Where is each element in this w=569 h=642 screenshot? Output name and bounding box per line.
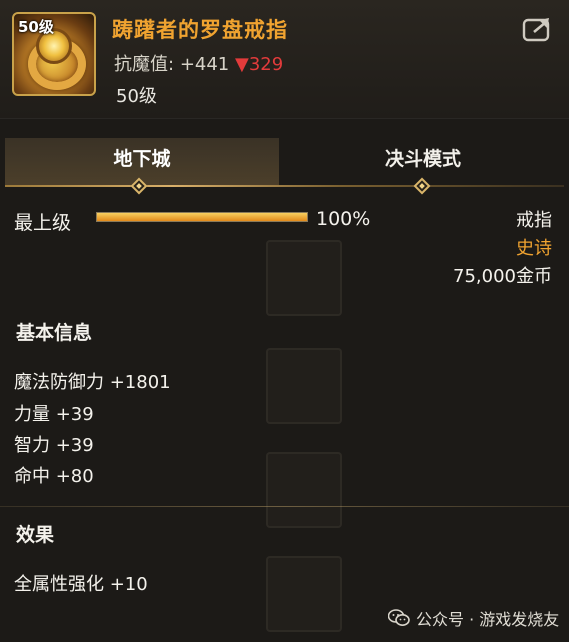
- ring-icon: 50级: [12, 12, 96, 96]
- tab-underline: [5, 185, 564, 187]
- stat-label: 抗魔值:: [114, 54, 175, 75]
- tab-dungeon[interactable]: 地下城: [5, 138, 279, 186]
- stat-change: ▼329: [235, 54, 284, 75]
- item-header: 50级 踌躇者的罗盘戒指 抗魔值: +441 ▼329 50级: [0, 0, 569, 118]
- attribute-line: 命中 +80: [14, 466, 94, 487]
- progress-label: 最上级: [14, 212, 72, 234]
- mode-tabs: 地下城 决斗模式: [0, 138, 569, 188]
- share-icon[interactable]: [522, 14, 554, 42]
- effects-title: 效果: [16, 524, 55, 546]
- attribute-line: 魔法防御力 +1801: [14, 372, 171, 393]
- attribute-line: 力量 +39: [14, 404, 94, 425]
- magic-resist-line: 抗魔值: +441 ▼329: [114, 50, 283, 76]
- attribute-line: 智力 +39: [14, 435, 94, 456]
- stat-value: +441: [179, 54, 230, 75]
- basic-info-title: 基本信息: [16, 322, 93, 344]
- header-divider: [0, 118, 569, 119]
- watermark: 公众号 · 游戏发烧友: [387, 606, 560, 630]
- item-price: 75,000金币: [453, 266, 552, 287]
- progress-bar: [96, 212, 308, 222]
- item-type: 戒指: [516, 210, 552, 231]
- progress-percent: 100%: [316, 208, 371, 230]
- item-title: 踌躇者的罗盘戒指: [112, 18, 288, 42]
- item-rarity: 史诗: [516, 238, 552, 259]
- effect-line: 全属性强化 +10: [14, 574, 148, 595]
- progress-bar-fill: [97, 213, 307, 221]
- wechat-icon: [387, 609, 410, 627]
- item-level: 50级: [116, 86, 157, 107]
- icon-level-badge: 50级: [18, 18, 54, 36]
- watermark-text: 公众号 · 游戏发烧友: [416, 610, 560, 629]
- section-divider: [0, 506, 569, 507]
